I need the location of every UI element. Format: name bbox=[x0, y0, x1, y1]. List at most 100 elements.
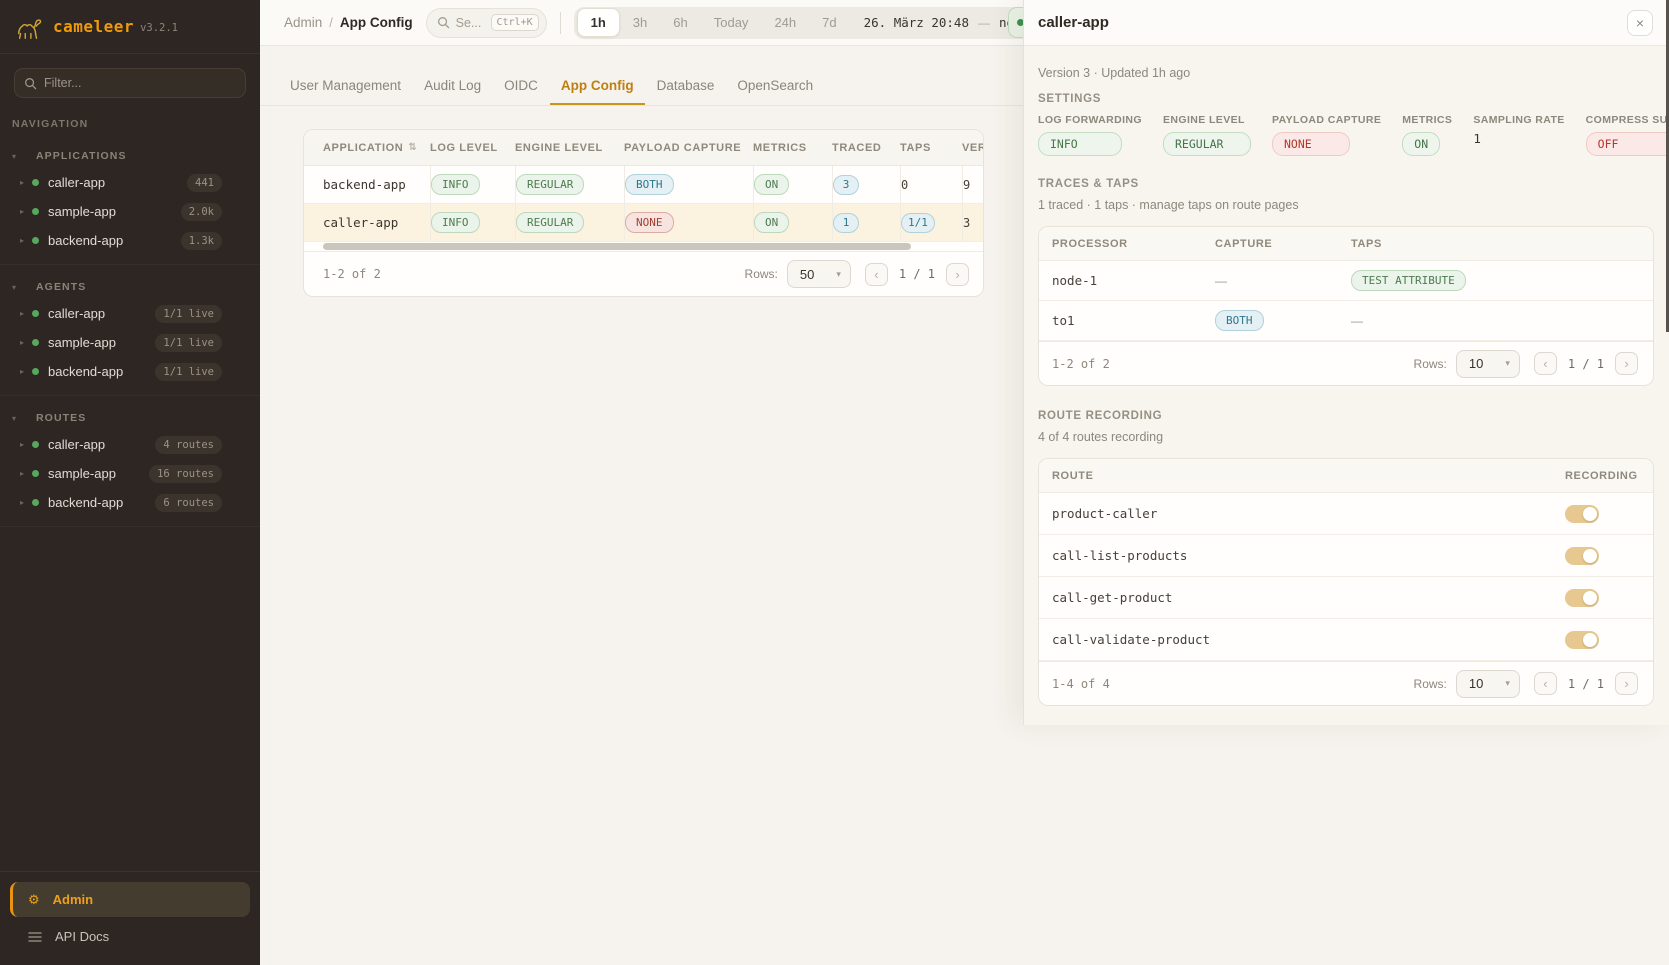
sidebar-footer: ⚙ Admin API Docs bbox=[0, 871, 260, 965]
next-page-button[interactable]: › bbox=[946, 263, 969, 286]
app-config-table: APPLICATION ⇅ LOG LEVEL ENGINE LEVEL PAY… bbox=[303, 129, 984, 297]
sidebar-item-agents-backend-app[interactable]: ▸ backend-app 1/1 live bbox=[0, 357, 260, 386]
field-log-forwarding: LOG FORWARDING INFO bbox=[1038, 114, 1142, 156]
rows-label: Rows: bbox=[1414, 357, 1447, 371]
scrollbar-thumb[interactable] bbox=[323, 243, 911, 250]
chevron-down-icon: ▾ bbox=[12, 152, 22, 161]
table-row-backend-app[interactable]: backend-app INFO REGULAR BOTH ON 3 0 9 bbox=[304, 166, 983, 204]
sidebar-item-agents-caller-app[interactable]: ▸ caller-app 1/1 live bbox=[0, 299, 260, 328]
range-today[interactable]: Today bbox=[701, 9, 762, 36]
sort-icon[interactable]: ⇅ bbox=[408, 142, 417, 153]
tab-oidc[interactable]: OIDC bbox=[493, 70, 549, 105]
app-logo[interactable]: cameleer v3.2.1 bbox=[0, 0, 260, 54]
section-header-agents[interactable]: ▾ AGENTS bbox=[0, 275, 260, 299]
engine-level-badge: REGULAR bbox=[1163, 132, 1251, 156]
count-badge: 1.3k bbox=[181, 232, 222, 250]
status-dot bbox=[32, 339, 39, 346]
column-header-traced: TRACED bbox=[832, 130, 900, 165]
prev-page-button[interactable]: ‹ bbox=[1534, 672, 1557, 695]
chevron-right-icon: ▸ bbox=[20, 498, 32, 507]
traces-table: PROCESSOR CAPTURE TAPS node-1 — TEST ATT… bbox=[1038, 226, 1654, 386]
admin-label: Admin bbox=[53, 892, 93, 907]
sidebar-item-applications-backend-app[interactable]: ▸ backend-app 1.3k bbox=[0, 226, 260, 255]
filter-input[interactable] bbox=[44, 76, 214, 90]
global-search[interactable]: Se... Ctrl+K bbox=[426, 8, 547, 38]
range-3h[interactable]: 3h bbox=[620, 9, 660, 36]
prev-page-button[interactable]: ‹ bbox=[1534, 352, 1557, 375]
panel-title: caller-app bbox=[1038, 14, 1627, 31]
recording-toggle[interactable] bbox=[1565, 631, 1599, 649]
tab-app-config[interactable]: App Config bbox=[550, 70, 645, 105]
tab-user-management[interactable]: User Management bbox=[279, 70, 412, 105]
rows-per-page-select[interactable]: 10 ▾ bbox=[1456, 670, 1520, 698]
processor-cell: node-1 bbox=[1052, 261, 1215, 300]
tab-opensearch[interactable]: OpenSearch bbox=[726, 70, 824, 105]
live-badge: 1/1 live bbox=[155, 334, 222, 352]
section-header-routes[interactable]: ▾ ROUTES bbox=[0, 406, 260, 430]
item-label: caller-app bbox=[48, 306, 155, 321]
item-label: caller-app bbox=[48, 437, 155, 452]
toggle-knob bbox=[1583, 591, 1597, 605]
app-version: v3.2.1 bbox=[140, 22, 178, 34]
capture-cell: — bbox=[1215, 261, 1351, 300]
sidebar-item-routes-sample-app[interactable]: ▸ sample-app 16 routes bbox=[0, 459, 260, 488]
time-separator: — bbox=[978, 16, 990, 30]
time-from: 26. März 20:48 bbox=[864, 15, 969, 30]
processor-cell: to1 bbox=[1052, 301, 1215, 340]
traces-row-to1[interactable]: to1 BOTH — bbox=[1039, 301, 1653, 341]
recording-toggle[interactable] bbox=[1565, 589, 1599, 607]
panel-header: caller-app × bbox=[1024, 0, 1669, 46]
rows-label: Rows: bbox=[1414, 677, 1447, 691]
tab-database[interactable]: Database bbox=[646, 70, 726, 105]
range-6h[interactable]: 6h bbox=[660, 9, 700, 36]
section-header-applications[interactable]: ▾ APPLICATIONS bbox=[0, 144, 260, 168]
sidebar-section-applications: ▾ APPLICATIONS ▸ caller-app 441 ▸ sample… bbox=[0, 134, 260, 265]
sidebar-item-admin[interactable]: ⚙ Admin bbox=[10, 882, 250, 917]
toggle-knob bbox=[1583, 633, 1597, 647]
rows-per-page-select[interactable]: 50 ▾ bbox=[787, 260, 851, 288]
range-24h[interactable]: 24h bbox=[761, 9, 809, 36]
column-header-log-level: LOG LEVEL bbox=[430, 130, 515, 165]
traces-header-row: PROCESSOR CAPTURE TAPS bbox=[1039, 227, 1653, 261]
breadcrumb-admin[interactable]: Admin bbox=[284, 15, 322, 30]
sidebar: cameleer v3.2.1 NAVIGATION ▾ APPLICATION… bbox=[0, 0, 260, 965]
recording-toggle[interactable] bbox=[1565, 547, 1599, 565]
taps-count-badge: 1/1 bbox=[901, 213, 935, 233]
capture-badge: BOTH bbox=[1215, 310, 1264, 331]
taps-count: 0 bbox=[901, 178, 908, 192]
metrics-badge: ON bbox=[754, 174, 789, 195]
range-1h[interactable]: 1h bbox=[577, 8, 620, 37]
field-payload-capture: PAYLOAD CAPTURE NONE bbox=[1272, 114, 1381, 156]
sidebar-item-routes-backend-app[interactable]: ▸ backend-app 6 routes bbox=[0, 488, 260, 517]
sidebar-item-applications-sample-app[interactable]: ▸ sample-app 2.0k bbox=[0, 197, 260, 226]
sidebar-item-routes-caller-app[interactable]: ▸ caller-app 4 routes bbox=[0, 430, 260, 459]
close-icon[interactable]: × bbox=[1627, 10, 1653, 36]
traces-footer: 1-2 of 2 Rows: 10 ▾ ‹ 1 / 1 › bbox=[1039, 341, 1653, 385]
sidebar-item-api-docs[interactable]: API Docs bbox=[10, 920, 250, 953]
sidebar-item-applications-caller-app[interactable]: ▸ caller-app 441 bbox=[0, 168, 260, 197]
sidebar-item-agents-sample-app[interactable]: ▸ sample-app 1/1 live bbox=[0, 328, 260, 357]
next-page-button[interactable]: › bbox=[1615, 672, 1638, 695]
prev-page-button[interactable]: ‹ bbox=[865, 263, 888, 286]
sidebar-section-agents: ▾ AGENTS ▸ caller-app 1/1 live ▸ sample-… bbox=[0, 265, 260, 396]
chevron-down-icon: ▾ bbox=[1505, 358, 1510, 369]
tab-audit-log[interactable]: Audit Log bbox=[413, 70, 492, 105]
recording-toggle[interactable] bbox=[1565, 505, 1599, 523]
section-label: AGENTS bbox=[36, 281, 86, 293]
route-name-cell: call-get-product bbox=[1052, 577, 1565, 618]
routes-badge: 16 routes bbox=[149, 465, 222, 483]
traces-row-node-1[interactable]: node-1 — TEST ATTRIBUTE bbox=[1039, 261, 1653, 301]
pagination: ‹ 1 / 1 › bbox=[1534, 672, 1638, 695]
route-name-cell: call-validate-product bbox=[1052, 619, 1565, 660]
range-7d[interactable]: 7d bbox=[809, 9, 849, 36]
chevron-right-icon: ▸ bbox=[20, 440, 32, 449]
table-row-caller-app[interactable]: caller-app INFO REGULAR NONE ON 1 1/1 3 bbox=[304, 204, 983, 242]
sidebar-filter[interactable] bbox=[14, 68, 246, 98]
page-indicator: 1 / 1 bbox=[1568, 677, 1604, 691]
next-page-button[interactable]: › bbox=[1615, 352, 1638, 375]
rows-per-page-select[interactable]: 10 ▾ bbox=[1456, 350, 1520, 378]
column-header-processor: PROCESSOR bbox=[1052, 227, 1215, 260]
chevron-right-icon: ▸ bbox=[20, 178, 32, 187]
chevron-down-icon: ▾ bbox=[1505, 678, 1510, 689]
column-header-application[interactable]: APPLICATION ⇅ bbox=[323, 130, 430, 165]
